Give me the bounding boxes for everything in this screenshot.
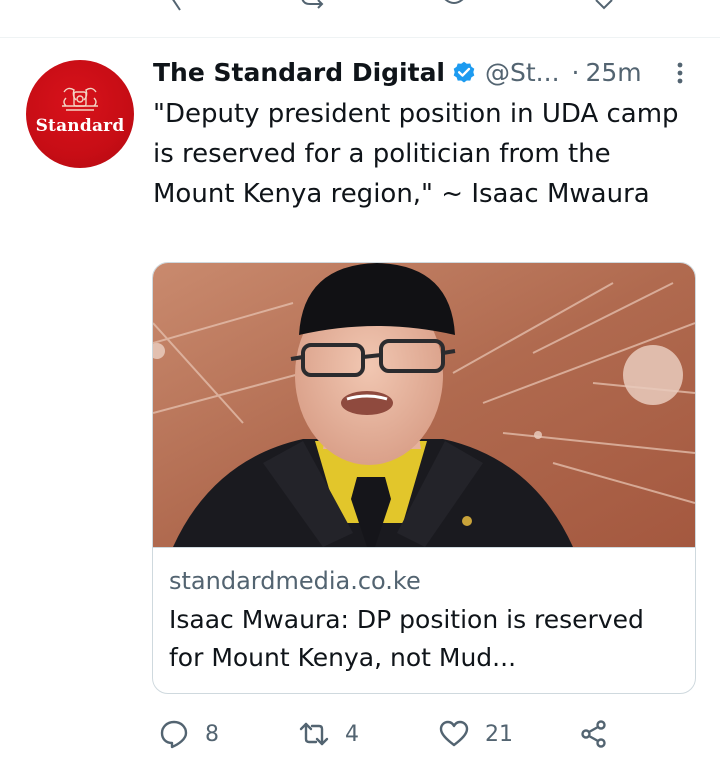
link-card[interactable]: standardmedia.co.ke Isaac Mwaura: DP pos… <box>152 262 696 694</box>
verified-badge-icon <box>453 61 475 83</box>
more-options-icon[interactable] <box>670 58 690 88</box>
like-button[interactable]: 21 <box>439 714 513 754</box>
avatar-brand-text: Standard <box>35 116 125 136</box>
tweet[interactable]: Standard The Standard Digital @St... · 2… <box>0 38 720 763</box>
crest-logo-icon <box>62 87 98 111</box>
reply-count: 8 <box>205 721 219 747</box>
retweet-icon <box>299 722 329 746</box>
previous-tweet-actions <box>0 0 720 14</box>
card-domain: standardmedia.co.ke <box>169 567 421 595</box>
prev-share-icon[interactable] <box>592 0 616 14</box>
share-button[interactable] <box>579 714 609 754</box>
like-count: 21 <box>485 721 513 747</box>
card-image[interactable] <box>153 263 695 548</box>
tweet-header: The Standard Digital @St... · 25m <box>153 54 642 90</box>
author-handle[interactable]: @St... <box>485 58 560 87</box>
tweet-text: "Deputy president position in UDA camp i… <box>153 99 679 209</box>
reply-button[interactable]: 8 <box>159 714 219 754</box>
tweet-timestamp[interactable]: 25m <box>585 58 641 87</box>
card-photo <box>153 263 695 547</box>
card-title[interactable]: Isaac Mwaura: DP position is reserved fo… <box>169 601 679 677</box>
header-separator: · <box>571 57 580 87</box>
retweet-button[interactable]: 4 <box>299 714 359 754</box>
tweet-actions: 8 4 21 <box>153 714 673 754</box>
author-name[interactable]: The Standard Digital <box>153 58 445 87</box>
retweet-count: 4 <box>345 721 359 747</box>
prev-retweet-icon[interactable] <box>300 0 330 14</box>
reply-icon <box>160 720 188 749</box>
avatar[interactable]: Standard <box>26 60 134 168</box>
share-icon <box>581 720 606 748</box>
heart-icon <box>439 720 469 747</box>
prev-like-icon[interactable] <box>440 0 468 14</box>
prev-reply-icon[interactable] <box>168 0 192 14</box>
